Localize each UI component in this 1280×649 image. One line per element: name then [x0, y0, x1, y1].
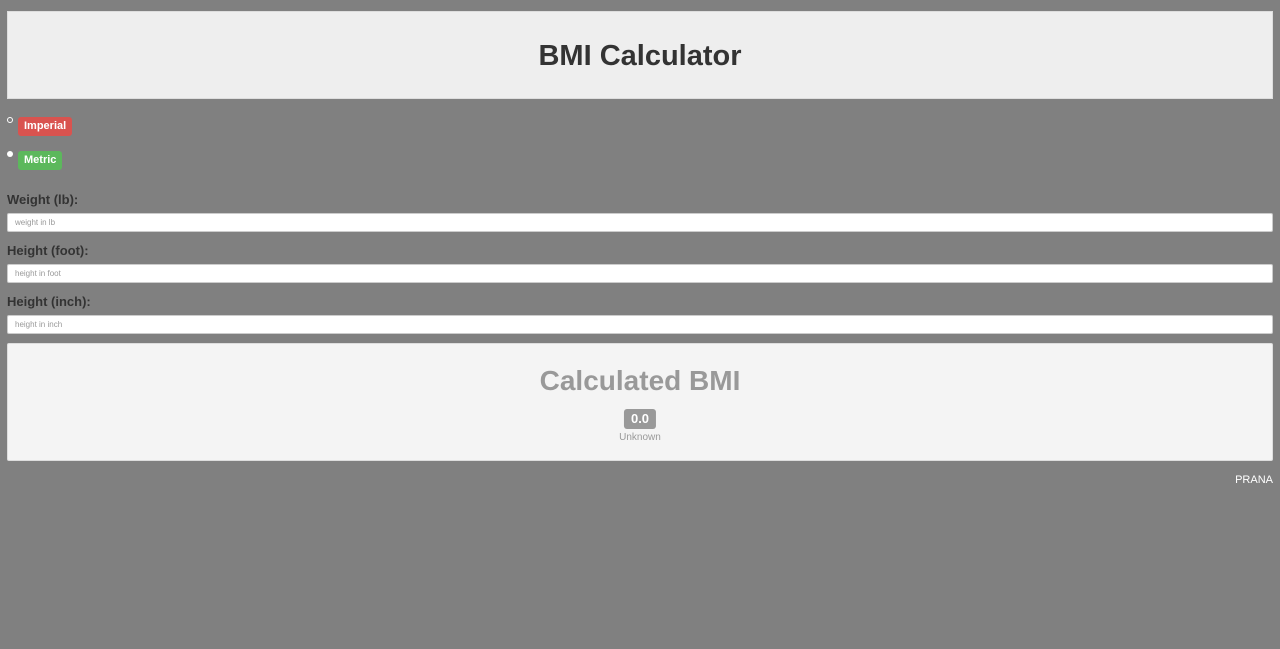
metric-radio[interactable]: [7, 151, 13, 157]
bmi-result-panel: Calculated BMI 0.0 Unknown: [7, 343, 1273, 461]
weight-input[interactable]: [7, 213, 1273, 232]
weight-label: Weight (lb):: [7, 192, 79, 207]
footer-credit: PRANA: [1235, 474, 1273, 486]
page-header: BMI Calculator: [7, 11, 1273, 99]
imperial-badge[interactable]: Imperial: [18, 117, 73, 136]
height-foot-label: Height (foot):: [7, 243, 89, 258]
height-inch-input[interactable]: [7, 315, 1273, 334]
metric-badge[interactable]: Metric: [18, 151, 63, 170]
unit-option-metric[interactable]: Metric: [7, 151, 63, 170]
bmi-value-badge: 0.0: [623, 409, 657, 429]
unit-option-imperial[interactable]: Imperial: [7, 117, 73, 136]
page-title: BMI Calculator: [538, 39, 742, 72]
bmi-calculator-page: BMI Calculator Imperial Metric Weight (l…: [0, 0, 1280, 649]
imperial-radio[interactable]: [7, 117, 13, 123]
height-inch-label: Height (inch):: [7, 294, 91, 309]
height-foot-input[interactable]: [7, 264, 1273, 283]
bmi-status: Unknown: [619, 432, 661, 443]
result-title: Calculated BMI: [539, 365, 741, 396]
